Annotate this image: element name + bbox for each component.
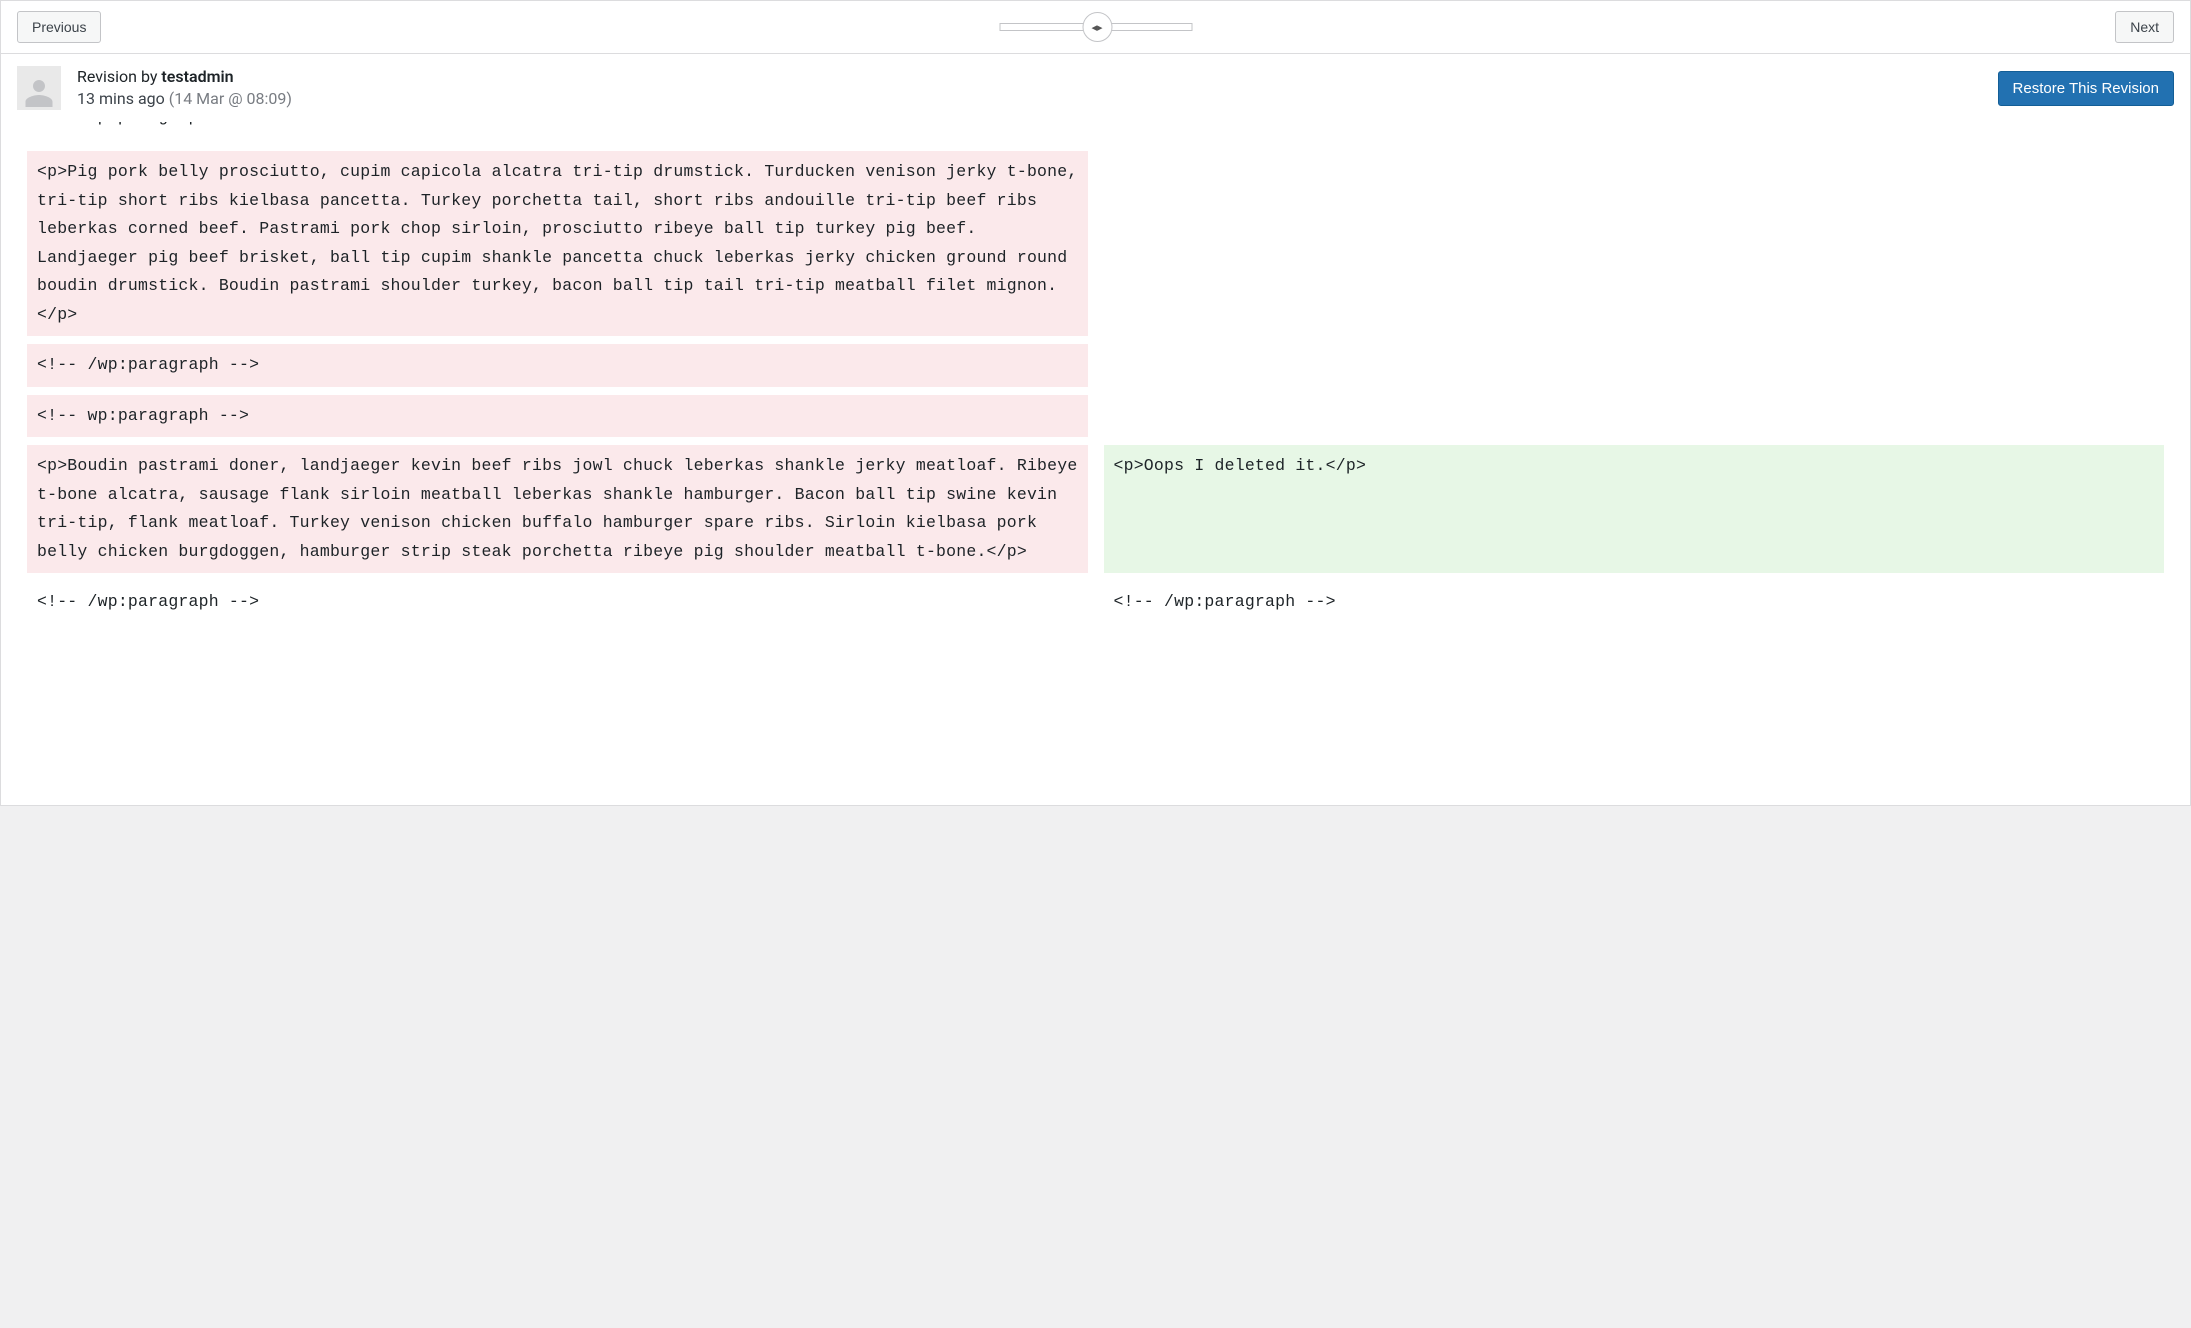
- diff-right-cell: [1104, 344, 2165, 387]
- diff-row: <p>Pig pork belly prosciutto, cupim capi…: [27, 151, 2164, 336]
- diff-left-cell: <p>Pig pork belly prosciutto, cupim capi…: [27, 151, 1088, 336]
- revision-slider[interactable]: ◂▸: [999, 23, 1192, 31]
- diff-left-cell: <p>Boudin pastrami doner, landjaeger kev…: [27, 445, 1088, 573]
- next-button[interactable]: Next: [2115, 11, 2174, 43]
- restore-revision-button[interactable]: Restore This Revision: [1998, 71, 2174, 106]
- diff-body: <!-- wp:paragraph --> <p>Pig pork belly p…: [1, 122, 2190, 658]
- diff-row: <!-- wp:paragraph -->: [27, 395, 2164, 438]
- diff-row: <!-- wp:paragraph -->: [27, 122, 2164, 143]
- revision-meta-row: Revision by testadmin 13 mins ago (14 Ma…: [1, 54, 2190, 122]
- revision-header: Previous ◂▸ Next: [1, 1, 2190, 54]
- revision-compare-container: Previous ◂▸ Next Revision by testadmin 1…: [0, 0, 2191, 806]
- revision-time-relative: 13 mins ago: [77, 89, 169, 108]
- diff-left-cell: <!-- wp:paragraph -->: [27, 395, 1088, 438]
- diff-row: <!-- /wp:paragraph -->: [27, 344, 2164, 387]
- diff-left-cell: <!-- /wp:paragraph -->: [27, 581, 1088, 624]
- diff-row: <p>Boudin pastrami doner, landjaeger kev…: [27, 445, 2164, 573]
- diff-right-cell: [1104, 151, 2165, 336]
- revision-by-label: Revision by: [77, 67, 161, 86]
- revision-username: testadmin: [161, 67, 233, 86]
- previous-button[interactable]: Previous: [17, 11, 101, 43]
- revision-time-absolute: (14 Mar @ 08:09): [169, 89, 292, 108]
- person-icon: [21, 74, 57, 110]
- diff-right-cell: <p>Oops I deleted it.</p>: [1104, 445, 2165, 573]
- diff-right-cell: <!-- /wp:paragraph -->: [1104, 581, 2165, 624]
- diff-left-cell: <!-- /wp:paragraph -->: [27, 344, 1088, 387]
- slider-handle[interactable]: ◂▸: [1082, 12, 1112, 42]
- revision-info: Revision by testadmin 13 mins ago (14 Ma…: [77, 66, 292, 109]
- diff-right-cell: [1104, 395, 2165, 438]
- avatar: [17, 66, 61, 110]
- diff-row: <!-- /wp:paragraph --> <!-- /wp:paragraph…: [27, 581, 2164, 624]
- slider-track[interactable]: ◂▸: [999, 23, 1192, 31]
